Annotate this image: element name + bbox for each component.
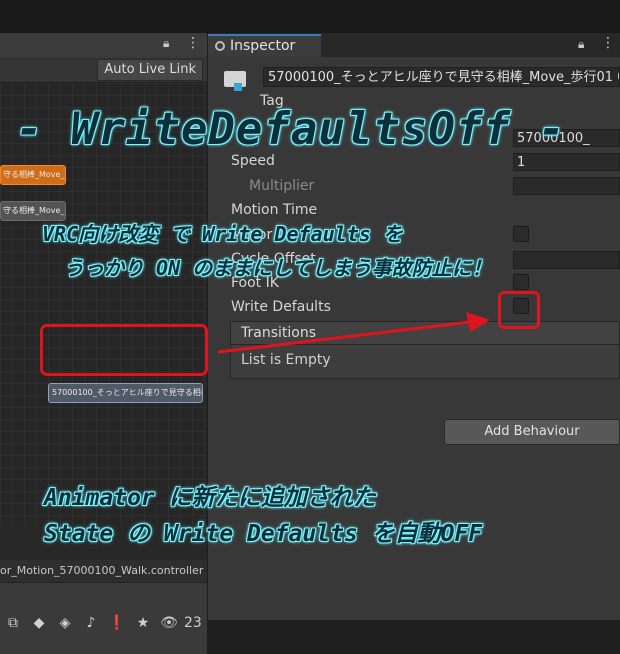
overlay-line-4: State の Write Defaults を自動OFF	[44, 521, 483, 547]
overlay-line-2: うっかり ON のままにしてしまう事故防止に！	[64, 256, 492, 280]
overlay-line-3: Animator に新たに追加された	[44, 485, 376, 511]
overlay-title: - WriteDefaultsOff -	[16, 104, 566, 155]
arrow-line	[217, 320, 471, 354]
arrow-head	[466, 312, 490, 332]
overlay-line-1: VRC向け改変 で Write Defaults を	[42, 222, 403, 246]
